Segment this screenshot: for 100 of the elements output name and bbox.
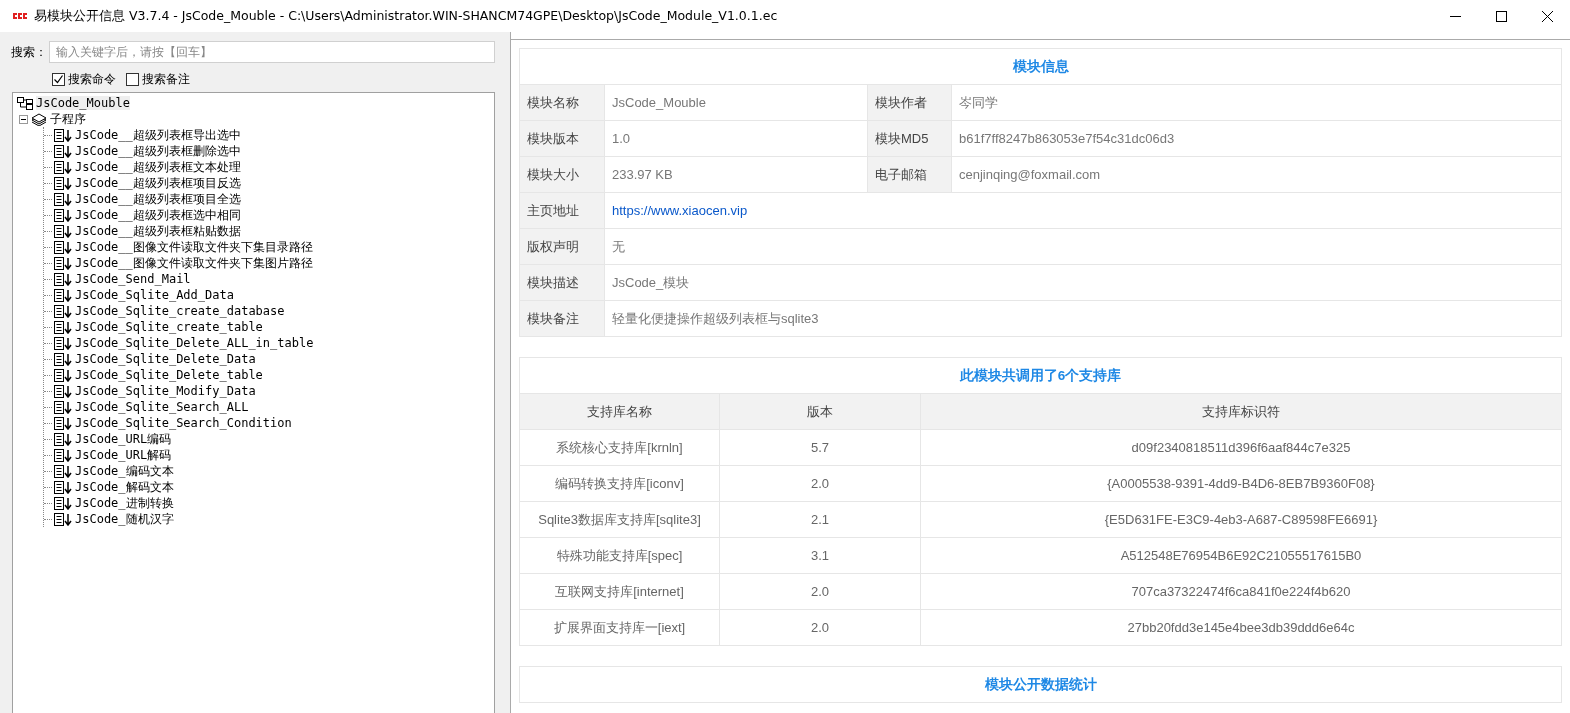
table-cell: 2.0: [719, 609, 921, 646]
book-stack-icon: [31, 112, 47, 126]
table-cell: 2.0: [719, 465, 921, 502]
document-arrow-icon: [54, 272, 72, 286]
table-cell: 707ca37322474f6ca841f0e224f4b620: [920, 573, 1562, 610]
document-arrow-icon: [54, 368, 72, 382]
tree-item[interactable]: 子程序: [50, 110, 86, 128]
table-cell: Sqlite3数据库支持库[sqlite3]: [519, 501, 720, 538]
field-value: 岑同学: [951, 84, 1562, 121]
tree-item[interactable]: JsCode_Sqlite_create_database: [75, 304, 285, 318]
document-arrow-icon: [54, 480, 72, 494]
document-arrow-icon: [54, 192, 72, 206]
section-title: 模块公开数据统计: [519, 666, 1562, 703]
tree-item[interactable]: JsCode_编码文本: [75, 462, 174, 480]
app-logo-icon: [12, 11, 28, 21]
field-value: 233.97 KB: [604, 156, 868, 193]
tree-item[interactable]: JsCode__图像文件读取文件夹下集目录路径: [75, 238, 313, 256]
tree-item[interactable]: JsCode_Mouble: [36, 96, 130, 110]
splitter-handle[interactable]: [497, 32, 511, 713]
field-label: 模块大小: [519, 156, 605, 193]
tree-item[interactable]: JsCode_Sqlite_Modify_Data: [75, 384, 256, 398]
tree-item[interactable]: JsCode_URL解码: [75, 446, 172, 464]
table-cell: 互联网支持库[internet]: [519, 573, 720, 610]
document-arrow-icon: [54, 384, 72, 398]
expand-toggle[interactable]: [19, 114, 28, 124]
table-cell: 2.1: [719, 501, 921, 538]
table-cell: 特殊功能支持库[spec]: [519, 537, 720, 574]
tree-item[interactable]: JsCode_Sqlite_Search_ALL: [75, 400, 249, 414]
column-header: 支持库标识符: [920, 393, 1562, 430]
document-arrow-icon: [54, 448, 72, 462]
document-arrow-icon: [54, 432, 72, 446]
document-arrow-icon: [54, 512, 72, 526]
document-arrow-icon: [54, 304, 72, 318]
table-cell: 编码转换支持库[iconv]: [519, 465, 720, 502]
tree-item[interactable]: JsCode_解码文本: [75, 478, 174, 496]
column-header: 版本: [719, 393, 921, 430]
document-arrow-icon: [54, 352, 72, 366]
table-cell: 系统核心支持库[krnln]: [519, 429, 720, 466]
table-cell: 5.7: [719, 429, 921, 466]
close-icon: [1541, 10, 1553, 22]
tree-item[interactable]: JsCode__超级列表框粘贴数据: [75, 222, 241, 240]
document-arrow-icon: [54, 144, 72, 158]
search-field[interactable]: 输入关键字后，请按【回车】: [49, 41, 495, 63]
table-cell: 27bb20fdd3e145e4bee3db39ddd6e64c: [920, 609, 1562, 646]
tree-item[interactable]: JsCode_Sqlite_Search_Condition: [75, 416, 292, 430]
field-value: 轻量化便捷操作超级列表框与sqlite3: [604, 300, 1562, 337]
document-arrow-icon: [54, 176, 72, 190]
field-value: b61f7ff8247b863053e7f54c31dc06d3: [951, 120, 1562, 157]
field-label: 模块版本: [519, 120, 605, 157]
table-cell: 2.0: [719, 573, 921, 610]
document-arrow-icon: [54, 288, 72, 302]
tree-item[interactable]: JsCode_URL编码: [75, 430, 172, 448]
tree-item[interactable]: JsCode__超级列表框项目反选: [75, 174, 241, 192]
field-value: 1.0: [604, 120, 868, 157]
document-arrow-icon: [54, 464, 72, 478]
document-arrow-icon: [54, 400, 72, 414]
homepage-link[interactable]: https://www.xiaocen.vip: [612, 203, 748, 218]
tree-item[interactable]: JsCode__超级列表框删除选中: [75, 142, 241, 160]
field-label: 模块描述: [519, 264, 605, 301]
field-value: JsCode_Mouble: [604, 84, 868, 121]
table-cell: {A0005538-9391-4dd9-B4D6-8EB7B9360F08}: [920, 465, 1562, 502]
tree-item[interactable]: JsCode_Sqlite_Delete_Data: [75, 352, 256, 366]
document-arrow-icon: [54, 336, 72, 350]
field-label: 主页地址: [519, 192, 605, 229]
checkbox[interactable]: 搜索备注: [126, 71, 190, 88]
table-cell: 3.1: [719, 537, 921, 574]
field-label: 版权声明: [519, 228, 605, 265]
field-value: 无: [604, 228, 1562, 265]
document-arrow-icon: [54, 416, 72, 430]
document-arrow-icon: [54, 224, 72, 238]
window-title: 易模块公开信息 V3.7.4 - JsCode_Mouble - C:\Users\Administrator.WIN-SHANCM74GPE\Desktop\JsCode_Module_V1.0.1.ec: [34, 7, 778, 25]
tree-item[interactable]: JsCode_Send_Mail: [75, 272, 191, 286]
document-arrow-icon: [54, 208, 72, 222]
document-arrow-icon: [54, 240, 72, 254]
field-value: cenjinqing@foxmail.com: [951, 156, 1562, 193]
table-cell: 扩展界面支持库一[iext]: [519, 609, 720, 646]
checkmark-icon: [53, 74, 64, 85]
tree-item[interactable]: JsCode__超级列表框导出选中: [75, 126, 241, 144]
document-arrow-icon: [54, 160, 72, 174]
section-title: 此模块共调用了6个支持库: [519, 357, 1562, 394]
field-label: 模块MD5: [867, 120, 952, 157]
field-label: 模块备注: [519, 300, 605, 337]
tree-item[interactable]: JsCode_Sqlite_create_table: [75, 320, 263, 334]
field-label: 电子邮箱: [867, 156, 952, 193]
tree-item[interactable]: JsCode_Sqlite_Delete_table: [75, 368, 263, 382]
tree-item[interactable]: JsCode_进制转换: [75, 494, 174, 512]
field-value: JsCode_模块: [604, 264, 1562, 301]
tree-item[interactable]: JsCode_Sqlite_Delete_ALL_in_table: [75, 336, 314, 350]
checkbox[interactable]: 搜索命令: [52, 71, 116, 88]
tree-item[interactable]: JsCode__超级列表框选中相同: [75, 206, 241, 224]
table-cell: {E5D631FE-E3C9-4eb3-A687-C89598FE6691}: [920, 501, 1562, 538]
document-arrow-icon: [54, 256, 72, 270]
maximize-icon: [1495, 10, 1507, 22]
tree-item[interactable]: JsCode__超级列表框文本处理: [75, 158, 241, 176]
tree-item[interactable]: JsCode__超级列表框项目全选: [75, 190, 241, 208]
tree-item[interactable]: JsCode_随机汉字: [75, 510, 174, 528]
tree-item[interactable]: JsCode_Sqlite_Add_Data: [75, 288, 234, 302]
section-title: 模块信息: [519, 48, 1562, 85]
tree-item[interactable]: JsCode__图像文件读取文件夹下集图片路径: [75, 254, 313, 272]
field-label: 模块作者: [867, 84, 952, 121]
